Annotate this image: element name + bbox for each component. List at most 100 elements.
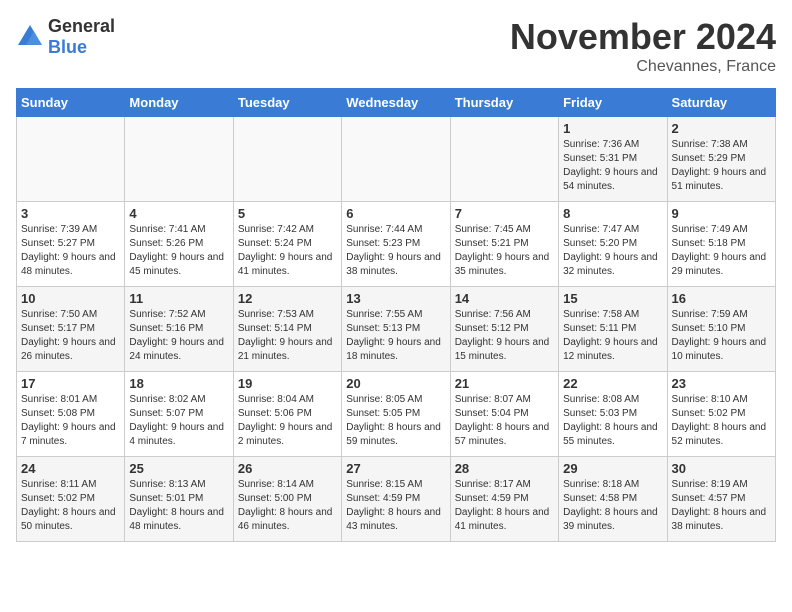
day-info: Sunrise: 7:55 AM Sunset: 5:13 PM Dayligh… (346, 308, 445, 364)
calendar-cell (17, 117, 125, 202)
calendar-cell: 24Sunrise: 8:11 AM Sunset: 5:02 PM Dayli… (17, 457, 125, 542)
day-number: 22 (563, 376, 662, 391)
day-number: 3 (21, 206, 120, 221)
calendar-cell: 23 Sunrise: 8:10 AM Sunset: 5:02 PM Dayli… (667, 372, 775, 457)
calendar-cell: 22 Sunrise: 8:08 AM Sunset: 5:03 PM Dayli… (559, 372, 667, 457)
day-header-friday: Friday (559, 89, 667, 117)
calendar-cell: 28Sunrise: 8:17 AM Sunset: 4:59 PM Dayli… (450, 457, 558, 542)
day-number: 17 (21, 376, 120, 391)
day-number: 16 (672, 291, 771, 306)
day-number: 26 (238, 461, 337, 476)
calendar-cell (125, 117, 233, 202)
day-number: 27 (346, 461, 445, 476)
day-number: 4 (129, 206, 228, 221)
day-info: Sunrise: 8:02 AM Sunset: 5:07 PM Dayligh… (129, 393, 228, 449)
day-number: 2 (672, 121, 771, 136)
calendar-cell: 16 Sunrise: 7:59 AM Sunset: 5:10 PM Dayli… (667, 287, 775, 372)
logo-icon (16, 23, 44, 51)
day-headers-row: SundayMondayTuesdayWednesdayThursdayFrid… (17, 89, 776, 117)
day-number: 10 (21, 291, 120, 306)
calendar-title: November 2024 (510, 16, 776, 58)
calendar-cell: 27 Sunrise: 8:15 AM Sunset: 4:59 PM Dayli… (342, 457, 450, 542)
day-info: Sunrise: 7:56 AM Sunset: 5:12 PM Dayligh… (455, 308, 554, 364)
day-info: Sunrise: 7:53 AM Sunset: 5:14 PM Dayligh… (238, 308, 337, 364)
week-row-1: 1Sunrise: 7:36 AM Sunset: 5:31 PM Daylig… (17, 117, 776, 202)
day-number: 13 (346, 291, 445, 306)
calendar-cell: 10 Sunrise: 7:50 AM Sunset: 5:17 PM Dayli… (17, 287, 125, 372)
calendar-cell: 29 Sunrise: 8:18 AM Sunset: 4:58 PM Dayli… (559, 457, 667, 542)
day-info: Sunrise: 8:10 AM Sunset: 5:02 PM Dayligh… (672, 393, 771, 449)
title-area: November 2024 Chevannes, France (510, 16, 776, 76)
header: General Blue November 2024 Chevannes, Fr… (16, 16, 776, 76)
calendar-cell: 19 Sunrise: 8:04 AM Sunset: 5:06 PM Dayli… (233, 372, 341, 457)
day-header-monday: Monday (125, 89, 233, 117)
calendar-cell: 12Sunrise: 7:53 AM Sunset: 5:14 PM Dayli… (233, 287, 341, 372)
logo-general-text: General (48, 16, 115, 36)
calendar-cell: 2 Sunrise: 7:38 AM Sunset: 5:29 PM Daylig… (667, 117, 775, 202)
day-info: Sunrise: 8:18 AM Sunset: 4:58 PM Dayligh… (563, 478, 662, 534)
day-info: Sunrise: 8:01 AM Sunset: 5:08 PM Dayligh… (21, 393, 120, 449)
week-row-5: 24Sunrise: 8:11 AM Sunset: 5:02 PM Dayli… (17, 457, 776, 542)
calendar-cell: 11 Sunrise: 7:52 AM Sunset: 5:16 PM Dayli… (125, 287, 233, 372)
calendar-cell: 14 Sunrise: 7:56 AM Sunset: 5:12 PM Dayli… (450, 287, 558, 372)
day-info: Sunrise: 7:39 AM Sunset: 5:27 PM Dayligh… (21, 223, 120, 279)
week-row-3: 10 Sunrise: 7:50 AM Sunset: 5:17 PM Dayli… (17, 287, 776, 372)
day-number: 20 (346, 376, 445, 391)
day-number: 30 (672, 461, 771, 476)
calendar-subtitle: Chevannes, France (510, 58, 776, 76)
day-info: Sunrise: 7:59 AM Sunset: 5:10 PM Dayligh… (672, 308, 771, 364)
day-number: 23 (672, 376, 771, 391)
day-number: 21 (455, 376, 554, 391)
day-number: 19 (238, 376, 337, 391)
day-info: Sunrise: 8:17 AM Sunset: 4:59 PM Dayligh… (455, 478, 554, 534)
day-info: Sunrise: 7:44 AM Sunset: 5:23 PM Dayligh… (346, 223, 445, 279)
calendar-cell: 17 Sunrise: 8:01 AM Sunset: 5:08 PM Dayli… (17, 372, 125, 457)
calendar-cell: 8Sunrise: 7:47 AM Sunset: 5:20 PM Daylig… (559, 202, 667, 287)
calendar-cell: 25Sunrise: 8:13 AM Sunset: 5:01 PM Dayli… (125, 457, 233, 542)
calendar-cell: 7 Sunrise: 7:45 AM Sunset: 5:21 PM Daylig… (450, 202, 558, 287)
day-header-wednesday: Wednesday (342, 89, 450, 117)
day-header-sunday: Sunday (17, 89, 125, 117)
calendar-cell: 5 Sunrise: 7:42 AM Sunset: 5:24 PM Daylig… (233, 202, 341, 287)
day-info: Sunrise: 8:05 AM Sunset: 5:05 PM Dayligh… (346, 393, 445, 449)
week-row-4: 17 Sunrise: 8:01 AM Sunset: 5:08 PM Dayli… (17, 372, 776, 457)
calendar-table: SundayMondayTuesdayWednesdayThursdayFrid… (16, 88, 776, 542)
week-row-2: 3 Sunrise: 7:39 AM Sunset: 5:27 PM Daylig… (17, 202, 776, 287)
day-number: 18 (129, 376, 228, 391)
logo-text: General Blue (48, 16, 115, 58)
day-info: Sunrise: 8:11 AM Sunset: 5:02 PM Dayligh… (21, 478, 120, 534)
day-info: Sunrise: 7:47 AM Sunset: 5:20 PM Dayligh… (563, 223, 662, 279)
logo-blue-text: Blue (48, 37, 87, 57)
day-info: Sunrise: 7:41 AM Sunset: 5:26 PM Dayligh… (129, 223, 228, 279)
calendar-cell: 13 Sunrise: 7:55 AM Sunset: 5:13 PM Dayli… (342, 287, 450, 372)
day-info: Sunrise: 8:04 AM Sunset: 5:06 PM Dayligh… (238, 393, 337, 449)
day-info: Sunrise: 7:52 AM Sunset: 5:16 PM Dayligh… (129, 308, 228, 364)
day-info: Sunrise: 8:08 AM Sunset: 5:03 PM Dayligh… (563, 393, 662, 449)
calendar-cell: 30Sunrise: 8:19 AM Sunset: 4:57 PM Dayli… (667, 457, 775, 542)
logo: General Blue (16, 16, 115, 58)
day-info: Sunrise: 7:50 AM Sunset: 5:17 PM Dayligh… (21, 308, 120, 364)
day-number: 14 (455, 291, 554, 306)
day-header-thursday: Thursday (450, 89, 558, 117)
day-info: Sunrise: 7:38 AM Sunset: 5:29 PM Dayligh… (672, 138, 771, 194)
day-number: 5 (238, 206, 337, 221)
day-number: 25 (129, 461, 228, 476)
day-info: Sunrise: 7:36 AM Sunset: 5:31 PM Dayligh… (563, 138, 662, 194)
calendar-cell: 20 Sunrise: 8:05 AM Sunset: 5:05 PM Dayli… (342, 372, 450, 457)
day-number: 29 (563, 461, 662, 476)
day-number: 7 (455, 206, 554, 221)
day-number: 6 (346, 206, 445, 221)
day-number: 11 (129, 291, 228, 306)
day-info: Sunrise: 8:14 AM Sunset: 5:00 PM Dayligh… (238, 478, 337, 534)
calendar-cell: 18 Sunrise: 8:02 AM Sunset: 5:07 PM Dayli… (125, 372, 233, 457)
day-number: 15 (563, 291, 662, 306)
day-info: Sunrise: 7:45 AM Sunset: 5:21 PM Dayligh… (455, 223, 554, 279)
day-info: Sunrise: 8:07 AM Sunset: 5:04 PM Dayligh… (455, 393, 554, 449)
calendar-cell: 26 Sunrise: 8:14 AM Sunset: 5:00 PM Dayli… (233, 457, 341, 542)
calendar-cell: 9Sunrise: 7:49 AM Sunset: 5:18 PM Daylig… (667, 202, 775, 287)
calendar-cell: 4 Sunrise: 7:41 AM Sunset: 5:26 PM Daylig… (125, 202, 233, 287)
day-info: Sunrise: 7:42 AM Sunset: 5:24 PM Dayligh… (238, 223, 337, 279)
day-header-saturday: Saturday (667, 89, 775, 117)
day-info: Sunrise: 8:15 AM Sunset: 4:59 PM Dayligh… (346, 478, 445, 534)
day-number: 9 (672, 206, 771, 221)
